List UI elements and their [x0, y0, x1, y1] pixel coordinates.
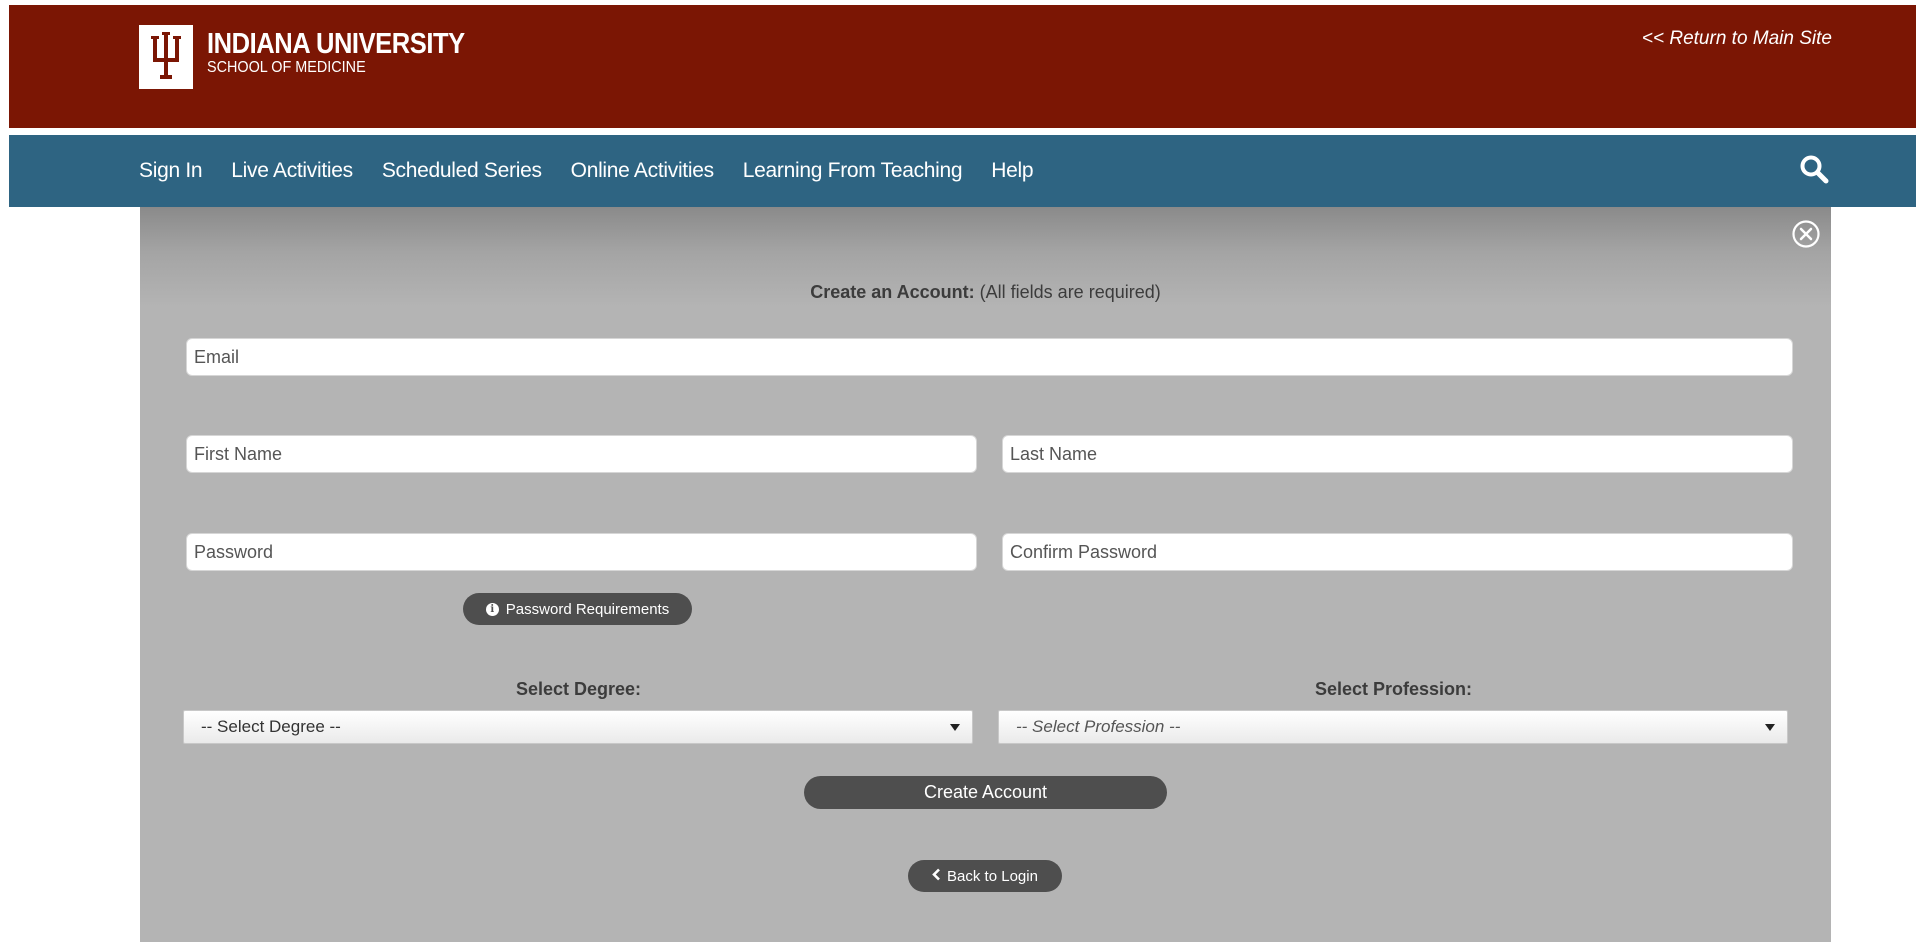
confirm-password-field[interactable] [1002, 533, 1793, 571]
password-requirements-button[interactable]: i Password Requirements [463, 593, 692, 625]
close-circle-icon[interactable] [1791, 219, 1821, 249]
page: INDIANA UNIVERSITY SCHOOL OF MEDICINE <<… [0, 0, 1916, 942]
nav-item-online-activities[interactable]: Online Activities [571, 159, 714, 183]
profession-label: Select Profession: [1314, 679, 1473, 699]
profession-select[interactable]: -- Select Profession -- [998, 710, 1788, 744]
nav-item-learning-from-teaching[interactable]: Learning From Teaching [743, 159, 963, 183]
degree-selected-value: -- Select Degree -- [201, 717, 341, 736]
chevron-down-icon [950, 723, 960, 731]
back-to-login-label: Back to Login [947, 867, 1038, 885]
password-field[interactable] [186, 533, 977, 571]
create-account-panel: Create an Account: (All fields are requi… [140, 207, 1831, 942]
degree-select[interactable]: -- Select Degree -- [183, 710, 973, 744]
last-name-field[interactable] [1002, 435, 1793, 473]
back-to-login-button[interactable]: Back to Login [908, 860, 1062, 892]
return-to-main-site-link[interactable]: << Return to Main Site [1642, 28, 1832, 50]
nav-item-sign-in[interactable]: Sign In [139, 159, 203, 183]
create-account-button[interactable]: Create Account [804, 776, 1167, 809]
nav-item-live-activities[interactable]: Live Activities [231, 159, 353, 183]
site-header: INDIANA UNIVERSITY SCHOOL OF MEDICINE <<… [9, 5, 1916, 128]
email-field[interactable] [186, 338, 1793, 376]
search-icon[interactable] [1798, 153, 1832, 187]
brand-text[interactable]: INDIANA UNIVERSITY SCHOOL OF MEDICINE [207, 29, 500, 77]
nav-item-help[interactable]: Help [991, 159, 1033, 183]
main-nav: Sign In Live Activities Scheduled Series… [9, 135, 1916, 207]
profession-selected-value: -- Select Profession -- [1016, 717, 1181, 736]
chevron-down-icon [1765, 723, 1775, 731]
nav-items: Sign In Live Activities Scheduled Series… [139, 135, 1062, 207]
iu-trident-icon[interactable] [139, 25, 193, 89]
info-icon: i [485, 602, 499, 616]
form-title: Create an Account: (All fields are requi… [140, 282, 1831, 303]
first-name-field[interactable] [186, 435, 977, 473]
brand-title: INDIANA UNIVERSITY [207, 28, 465, 60]
password-requirements-label: Password Requirements [505, 600, 670, 618]
chevron-left-icon [932, 868, 941, 885]
form-title-note: (All fields are required) [979, 282, 1161, 302]
degree-label: Select Degree: [515, 679, 642, 699]
nav-item-scheduled-series[interactable]: Scheduled Series [382, 159, 542, 183]
brand-subtitle: SCHOOL OF MEDICINE [207, 59, 366, 76]
form-title-bold: Create an Account: [810, 282, 975, 302]
